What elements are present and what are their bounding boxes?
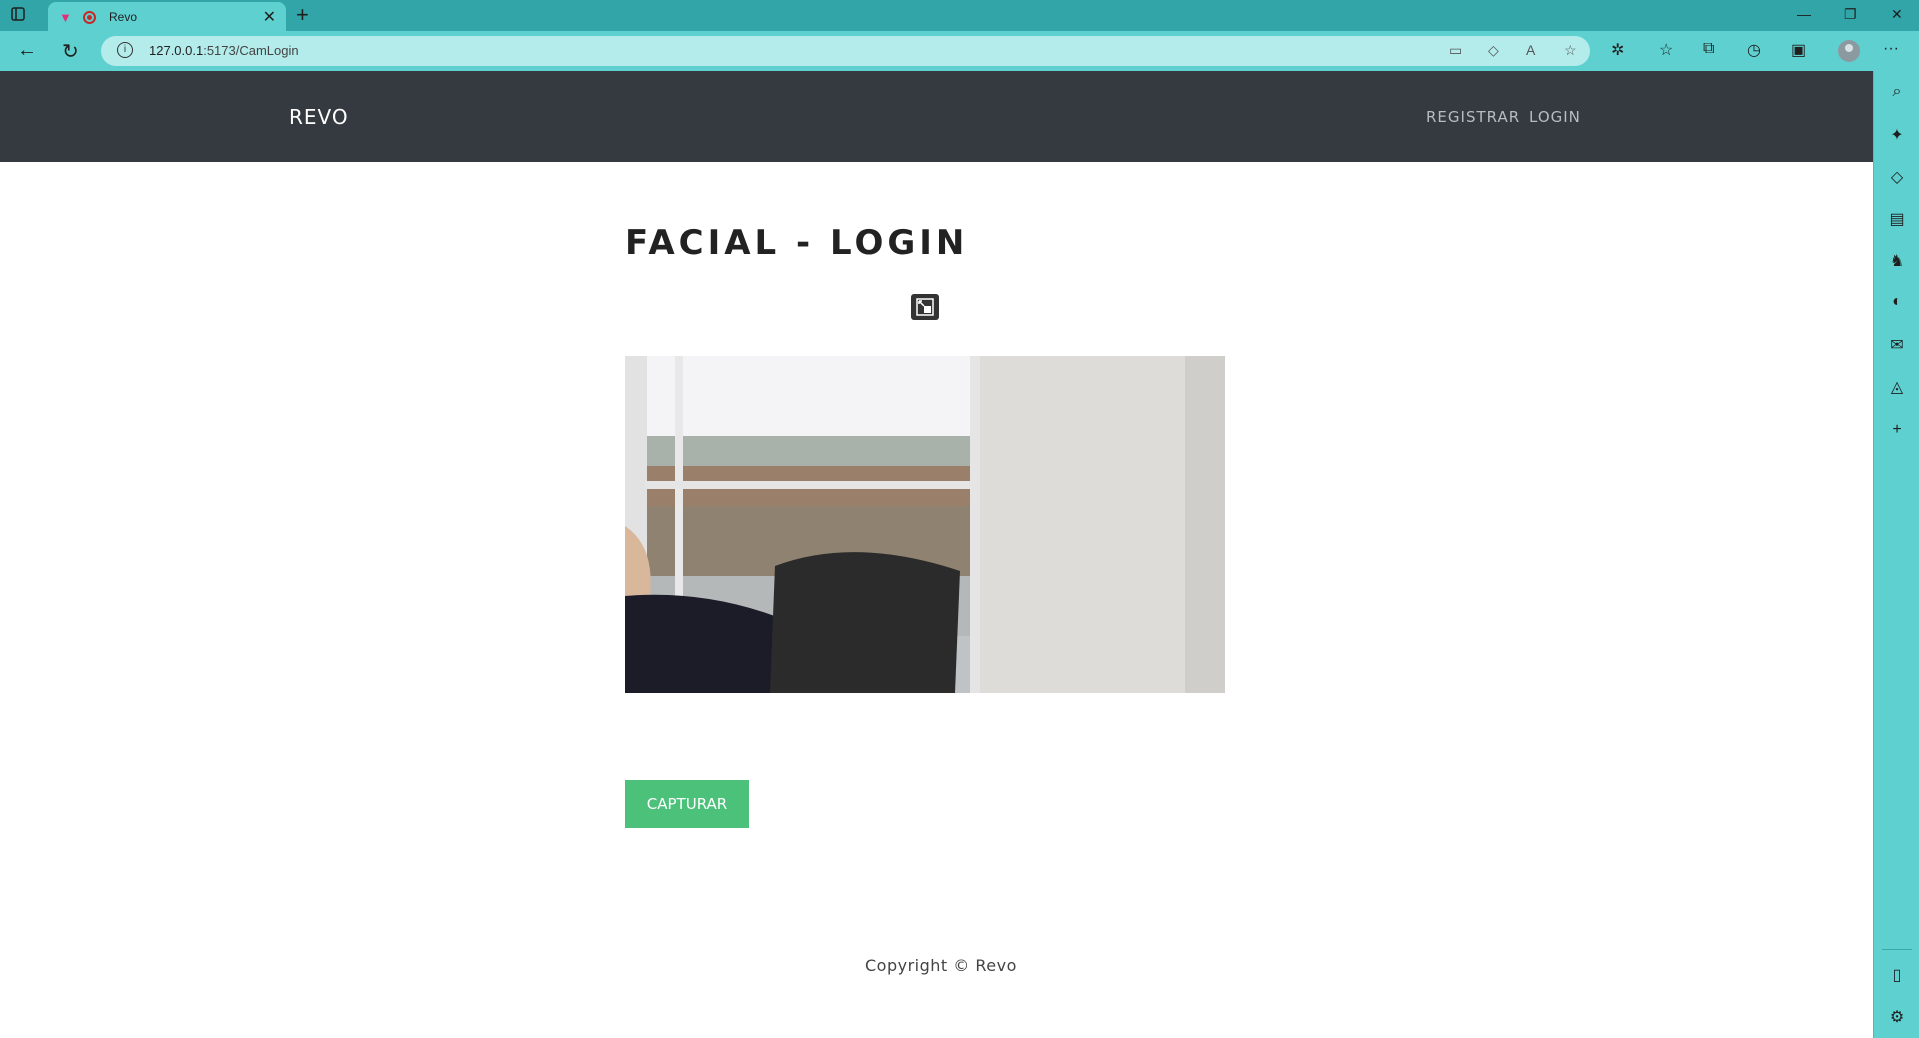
- settings-icon[interactable]: ⚙: [1888, 1007, 1906, 1027]
- vite-icon: ▼: [59, 10, 72, 25]
- address-bar[interactable]: i 127.0.0.1:5173/CamLogin ▭ ◇ A ☆: [101, 36, 1590, 66]
- copilot-icon[interactable]: ✦: [1888, 125, 1906, 145]
- collections-icon[interactable]: ⧉: [1703, 40, 1714, 58]
- refresh-icon[interactable]: ↻: [62, 39, 79, 64]
- tag-icon[interactable]: ◇: [1488, 42, 1499, 59]
- footer-copyright: Copyright © Revo: [865, 956, 1017, 975]
- switch-camera-icon[interactable]: [911, 294, 939, 320]
- close-tab-icon[interactable]: ✕: [263, 7, 276, 27]
- url-text[interactable]: 127.0.0.1:5173/CamLogin: [149, 43, 299, 58]
- url-path: :5173/CamLogin: [203, 43, 299, 58]
- capture-button[interactable]: CAPTURAR: [625, 780, 749, 828]
- performance-icon[interactable]: ▣: [1791, 40, 1806, 60]
- minimize-icon[interactable]: —: [1797, 6, 1811, 22]
- site-brand[interactable]: REVO: [289, 105, 349, 129]
- camera-icon[interactable]: ▭: [1449, 42, 1462, 59]
- search-icon[interactable]: ⌕: [1888, 83, 1906, 101]
- site-navbar: REVO REGISTRAR LOGIN: [0, 71, 1873, 162]
- tab-actions-icon[interactable]: [10, 6, 36, 26]
- split-screen-icon[interactable]: ▯: [1888, 965, 1906, 985]
- favorites-icon[interactable]: ☆: [1659, 40, 1673, 60]
- webcam-feed: [625, 356, 1225, 693]
- nav-link-registrar[interactable]: REGISTRAR: [1426, 108, 1520, 126]
- url-host: 127.0.0.1: [149, 43, 204, 58]
- drop-icon[interactable]: ◬: [1888, 377, 1906, 397]
- back-icon[interactable]: ←: [17, 39, 37, 62]
- new-tab-button[interactable]: +: [296, 2, 309, 28]
- tab-title: Revo: [109, 10, 138, 24]
- profile-icon[interactable]: [1838, 40, 1860, 62]
- read-aloud-icon[interactable]: A: [1526, 42, 1535, 58]
- page-title: FACIAL - LOGIN: [625, 223, 969, 263]
- restore-icon[interactable]: ❐: [1844, 6, 1857, 23]
- nav-link-login[interactable]: LOGIN: [1529, 108, 1581, 126]
- favorite-icon[interactable]: ☆: [1564, 42, 1577, 59]
- office-icon[interactable]: ◐: [1888, 293, 1906, 311]
- tag-icon[interactable]: ◇: [1888, 167, 1906, 187]
- browser-sidebar: ⌕ ✦ ◇ ▤ ♞ ◐ ✉ ◬ + ▯ ⚙: [1873, 71, 1919, 1038]
- browser-tab[interactable]: ▼ Revo ✕: [48, 2, 286, 31]
- tab-bar: ▼ Revo ✕ + — ❐ ✕: [0, 0, 1919, 31]
- info-icon[interactable]: i: [117, 42, 133, 58]
- web-page: REVO REGISTRAR LOGIN FACIAL - LOGIN CAPT…: [0, 71, 1873, 1038]
- toolbox-icon[interactable]: ▤: [1888, 209, 1906, 229]
- extensions-icon[interactable]: ✲: [1611, 40, 1624, 60]
- recording-icon: [83, 11, 96, 24]
- games-icon[interactable]: ♞: [1888, 251, 1906, 271]
- close-window-icon[interactable]: ✕: [1891, 6, 1903, 23]
- more-icon[interactable]: ···: [1883, 40, 1899, 58]
- add-icon[interactable]: +: [1888, 421, 1906, 439]
- history-icon[interactable]: ◷: [1747, 40, 1761, 60]
- browser-toolbar: ← ↻ i 127.0.0.1:5173/CamLogin ▭ ◇ A ☆ ✲ …: [0, 31, 1919, 71]
- sidebar-divider: [1882, 949, 1912, 950]
- outlook-icon[interactable]: ✉: [1888, 335, 1906, 355]
